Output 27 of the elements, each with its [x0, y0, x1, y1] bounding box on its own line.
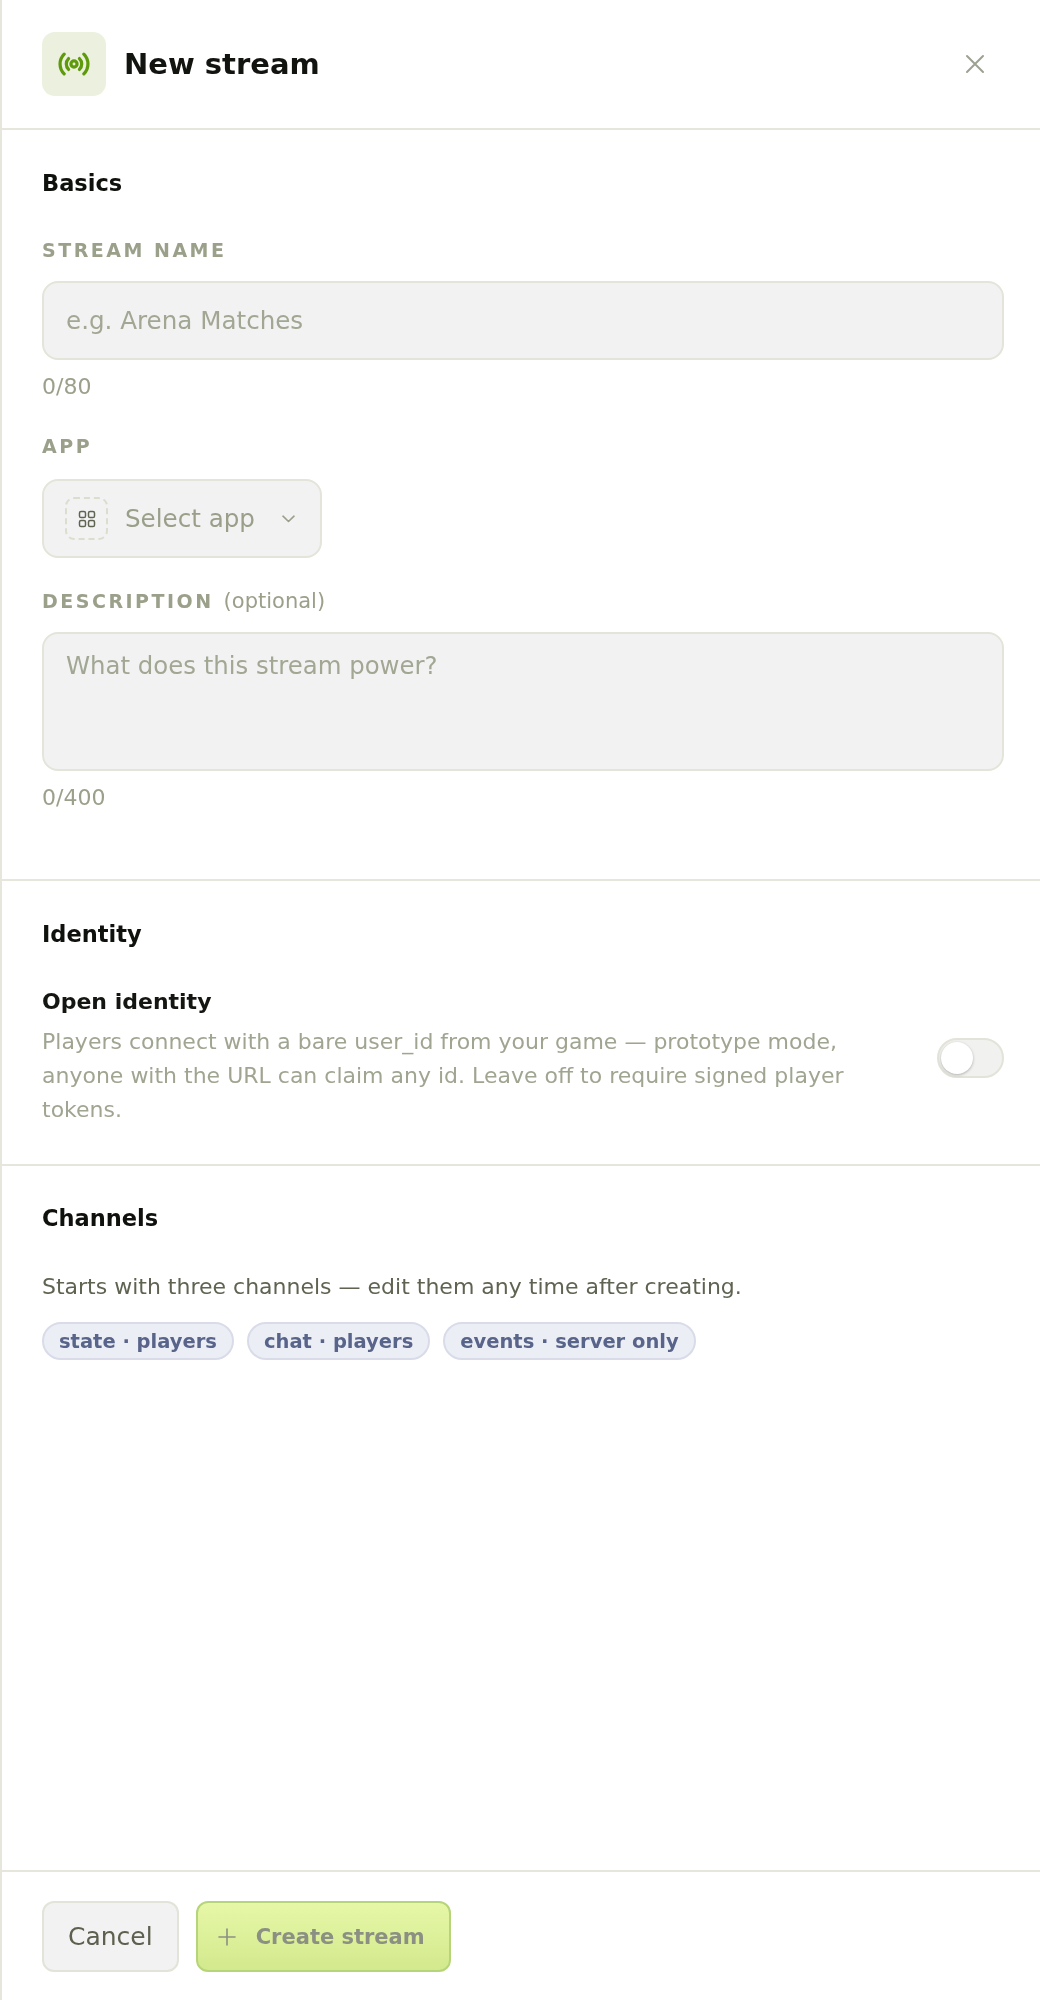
close-button[interactable] [965, 54, 985, 74]
setting-description: Players connect with a bare user_id from your game — prototype mode, anyone with the URL can claim any id. Leave off to require signed player tokens. [42, 1028, 845, 1124]
grid-icon [65, 497, 108, 540]
app-select[interactable]: Select app [42, 479, 322, 558]
setting-label: Open identity [42, 988, 213, 1016]
section-heading: Identity [42, 920, 143, 948]
chevron-icon [282, 514, 295, 523]
character-counter: 0/80 [42, 375, 93, 399]
toggle-switch[interactable] [937, 1037, 1004, 1078]
channels-note: Starts with three channels — edit them any time after creating. [42, 1273, 743, 1301]
broadcast-icon [42, 32, 106, 96]
field-label: STREAM NAME [42, 238, 227, 262]
input-field[interactable]: e.g. Arena Matches [42, 281, 1004, 360]
character-counter: 0/400 [42, 786, 107, 810]
channel-tag: chat · players [247, 1322, 431, 1360]
cancel-button[interactable]: Cancel [42, 1901, 179, 1972]
field-label: DESCRIPTION [42, 589, 214, 613]
channel-tag: events · server only [443, 1322, 696, 1360]
field-label: APP [42, 434, 93, 458]
section-heading: Basics [42, 169, 124, 197]
close-icon [965, 54, 985, 74]
plus-icon [217, 1927, 236, 1946]
section-heading: Channels [42, 1204, 160, 1232]
channel-tag: state · players [42, 1322, 234, 1360]
dialog-title: New stream [124, 46, 321, 82]
text-area[interactable]: What does this stream power? [42, 632, 1004, 771]
optional-hint: (optional) [223, 589, 326, 613]
